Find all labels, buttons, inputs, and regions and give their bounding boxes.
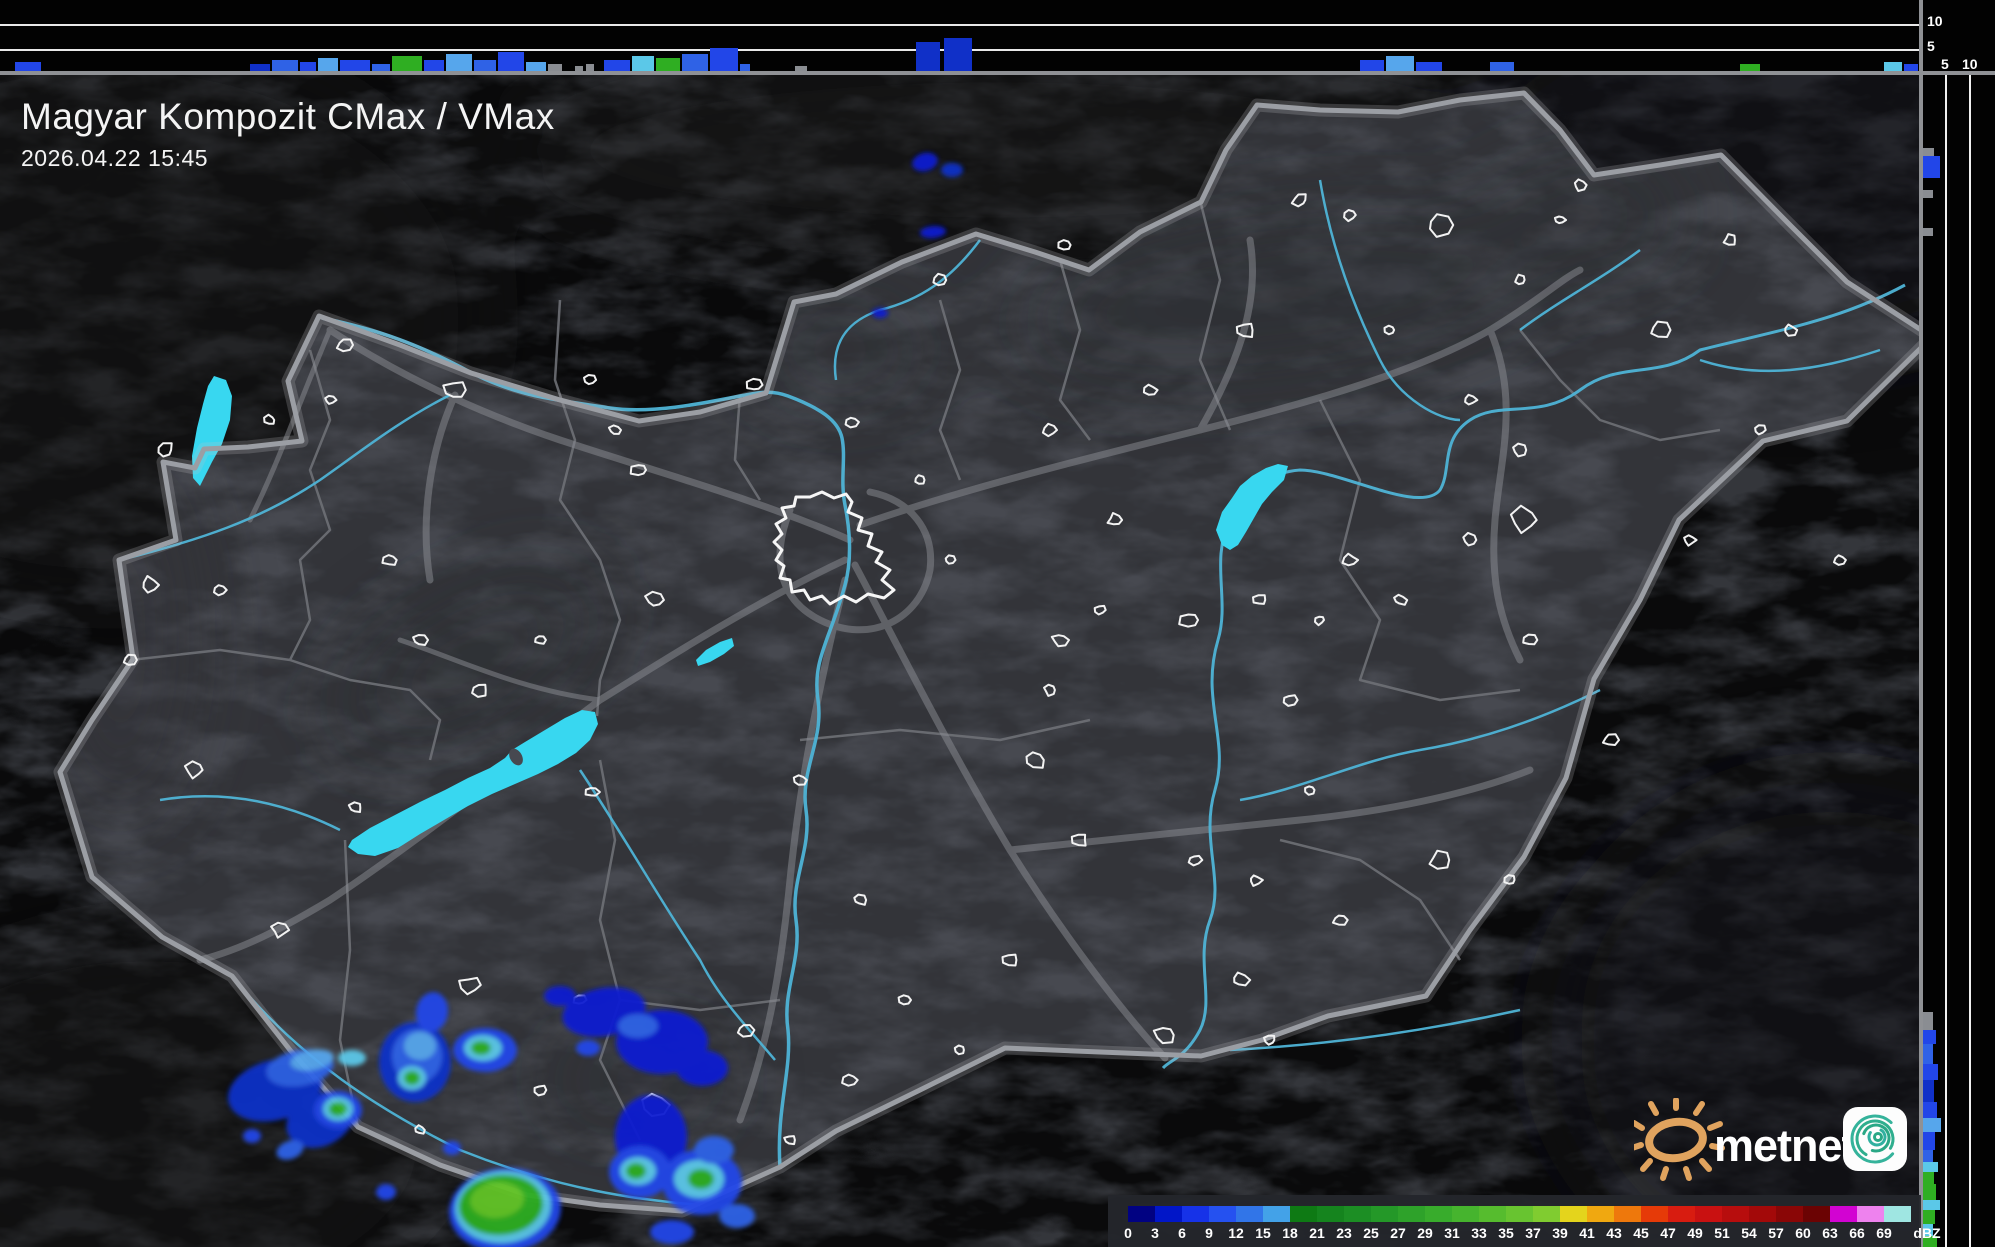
radar-echo [243,1129,261,1143]
legend-swatch [1506,1206,1533,1222]
profile-bar [1923,1030,1936,1044]
legend-swatch [1695,1206,1722,1222]
gridline-v-5km [1945,73,1947,1247]
legend-unit: dBZ [1913,1225,1941,1241]
legend-swatch [1479,1206,1506,1222]
radar-echo [471,1041,491,1055]
top-height-profile-strip [0,0,1921,73]
legend-swatch [1344,1206,1371,1222]
radar-echo [688,1169,714,1189]
radar-map [0,0,1995,1247]
legend-swatch [1830,1206,1857,1222]
legend-swatch [1884,1206,1911,1222]
profile-bar [656,58,680,72]
timestamp: 2026.04.22 15:45 [21,145,209,171]
profile-bar [1923,1210,1935,1224]
radar-echo [618,1014,658,1038]
profile-bar [682,54,708,72]
radar-echo [694,1136,734,1164]
radar-echo [443,1141,461,1155]
radar-echo [338,1050,366,1066]
top-axis-label-10: 10 [1927,13,1943,29]
legend-swatch [1668,1206,1695,1222]
legend-tick-label: 69 [1876,1225,1892,1241]
metnet-logo[interactable]: metnet [1629,1097,1918,1186]
profile-bar [498,52,524,72]
radar-echo [404,1071,420,1085]
legend-swatch [1614,1206,1641,1222]
legend-swatch [1533,1206,1560,1222]
legend-swatch [1425,1206,1452,1222]
profile-bar [1923,228,1933,236]
radar-echo [941,163,963,177]
radar-echo [676,1050,728,1086]
profile-bar [1923,1162,1938,1172]
profile-bar [1923,1012,1933,1030]
right-axis-label-5: 5 [1941,56,1949,72]
profile-bar [916,42,940,72]
profile-bar [1923,1132,1935,1150]
legend-swatch [1236,1206,1263,1222]
legend-swatch [1182,1206,1209,1222]
legend-swatch [1857,1206,1884,1222]
top-axis-label-5: 5 [1927,38,1935,54]
profile-bar [1923,1118,1941,1132]
profile-bar [1923,1150,1933,1162]
legend-swatch [1371,1206,1398,1222]
profile-bar [1923,156,1940,178]
page-title: Magyar Kompozit CMax / VMax [21,96,555,137]
sun-icon [1629,1097,1725,1181]
legend-swatch [1452,1206,1479,1222]
legend-swatch [1722,1206,1749,1222]
radar-echo [650,1220,694,1244]
legend-swatch [1209,1206,1236,1222]
gridline-v-10km [1969,73,1971,1247]
legend-swatch [1263,1206,1290,1222]
radar-echo [626,1163,646,1179]
logo-text: metnet [1714,1120,1857,1171]
radar-echo [404,1032,436,1060]
profile-bar [1923,1102,1937,1118]
right-axis-label-10: 10 [1962,56,1978,72]
legend-swatch [1641,1206,1668,1222]
radar-echo [719,1204,755,1228]
profile-bar [1923,190,1933,198]
legend-swatch [1776,1206,1803,1222]
horizontal-divider [0,71,1995,75]
legend-swatch [1290,1206,1317,1222]
radar-echo [376,1184,396,1200]
metnet-app-icon [1843,1107,1907,1171]
profile-bar [1923,1080,1934,1102]
profile-bar [446,54,472,72]
radar-composite-app: 10 5 5 10 Magyar Kompozit CMax / VMax 20… [0,0,1995,1247]
profile-bar [1923,1044,1933,1064]
dbz-legend: 0 3 6 9 12 15 18 21 23 25 27 29 31 33 35 37 39 41 43 45 47 49… [1108,1195,1941,1247]
vertical-divider [1919,0,1923,1247]
radar-echo [872,308,888,318]
profile-bar [1923,1064,1938,1080]
radar-echo [329,1102,347,1116]
gridline-10km [0,24,1921,26]
profile-bar [632,56,654,72]
legend-swatch [1128,1206,1155,1222]
profile-bar [1923,148,1934,156]
profile-bar [1923,1172,1934,1184]
legend-swatch [1749,1206,1776,1222]
profile-bar [710,48,738,72]
profile-bar [1923,1184,1936,1200]
radar-echo [576,1040,600,1056]
profile-bar [1923,1200,1940,1210]
legend-swatch [1587,1206,1614,1222]
profile-bar [944,38,972,72]
legend-swatch [1155,1206,1182,1222]
legend-swatch [1317,1206,1344,1222]
legend-swatch [1560,1206,1587,1222]
title-block: Magyar Kompozit CMax / VMax 2026.04.22 1… [21,96,555,172]
profile-bar [318,58,338,72]
legend-swatch [1398,1206,1425,1222]
legend-swatch [1803,1206,1830,1222]
right-height-profile-strip: 10 5 5 10 [1921,0,1995,1247]
profile-bar [392,56,422,72]
profile-bar [1386,56,1414,72]
